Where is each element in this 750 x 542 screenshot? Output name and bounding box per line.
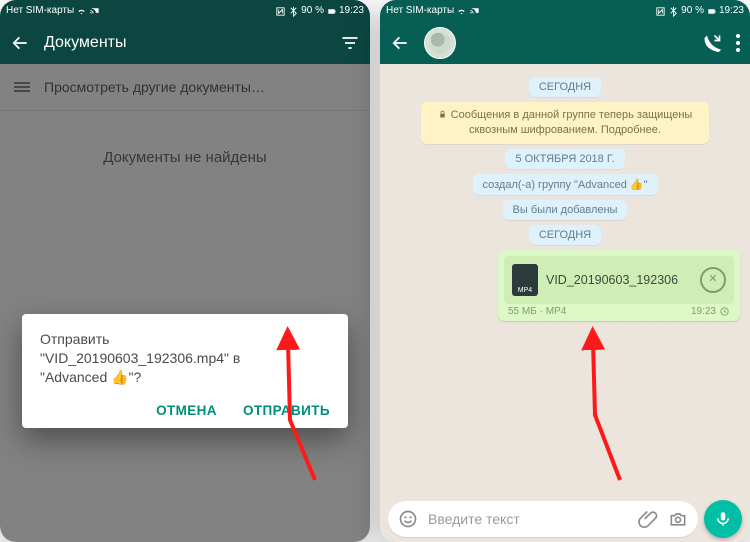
chat-input-area: Введите текст [380, 496, 750, 542]
clock: 19:23 [719, 0, 744, 22]
pending-clock-icon [719, 306, 730, 317]
toolbar: Документы [0, 22, 370, 64]
send-dialog: Отправить "VID_20190603_192306.mp4" в "A… [22, 314, 348, 428]
battery-pct: 90 % [301, 0, 324, 22]
dialog-message: Отправить "VID_20190603_192306.mp4" в "A… [40, 330, 330, 387]
mic-icon [714, 510, 732, 528]
more-icon[interactable] [736, 34, 740, 52]
clock: 19:23 [339, 0, 364, 22]
message-time: 19:23 [691, 306, 716, 317]
wifi-icon [76, 6, 87, 17]
toolbar [380, 22, 750, 64]
message-input[interactable]: Введите текст [388, 501, 698, 537]
system-chip-added: Вы были добавлены [503, 200, 628, 220]
date-chip-today: СЕГОДНЯ [529, 225, 601, 245]
attach-icon[interactable] [638, 509, 658, 529]
mic-button[interactable] [704, 500, 742, 538]
nfc-icon [655, 6, 666, 17]
document-name: VID_20190603_192306 [546, 273, 692, 287]
date-chip: 5 ОКТЯБРЯ 2018 Г. [505, 149, 624, 169]
modal-backdrop[interactable] [0, 64, 370, 542]
cancel-upload-button[interactable]: ✕ [700, 267, 726, 293]
wifi-icon [456, 6, 467, 17]
outgoing-document-bubble[interactable]: MP4 VID_20190603_192306 ✕ 55 МБ · MP4 19… [498, 250, 740, 321]
system-chip-created: создал(-а) группу "Advanced 👍" [473, 174, 658, 195]
battery-pct: 90 % [681, 0, 704, 22]
cast-icon [469, 6, 480, 17]
cast-icon [89, 6, 100, 17]
back-icon[interactable] [10, 33, 30, 53]
input-placeholder: Введите текст [428, 511, 628, 527]
encryption-chip[interactable]: Сообщения в данной группе теперь защищен… [421, 102, 709, 144]
document-meta: 55 МБ · MP4 [508, 306, 566, 317]
battery-icon [326, 6, 337, 17]
back-icon[interactable] [390, 33, 410, 53]
status-bar: Нет SIM-карты 90 % 19:23 [380, 0, 750, 22]
page-title: Документы [44, 34, 326, 52]
sim-status: Нет SIM-карты [386, 0, 454, 22]
cancel-button[interactable]: ОТМЕНА [156, 403, 217, 418]
status-bar: Нет SIM-карты 90 % 19:23 [0, 0, 370, 22]
call-icon[interactable] [702, 33, 722, 53]
battery-icon [706, 6, 717, 17]
lock-icon [438, 110, 447, 119]
nfc-icon [275, 6, 286, 17]
filetype-icon: MP4 [512, 264, 538, 296]
bluetooth-icon [288, 6, 299, 17]
emoji-icon[interactable] [398, 509, 418, 529]
date-chip-today: СЕГОДНЯ [529, 77, 601, 97]
camera-icon[interactable] [668, 509, 688, 529]
group-avatar[interactable] [424, 27, 456, 59]
sim-status: Нет SIM-карты [6, 0, 74, 22]
bluetooth-icon [668, 6, 679, 17]
send-button[interactable]: ОТПРАВИТЬ [243, 403, 330, 418]
filter-icon[interactable] [340, 33, 360, 53]
